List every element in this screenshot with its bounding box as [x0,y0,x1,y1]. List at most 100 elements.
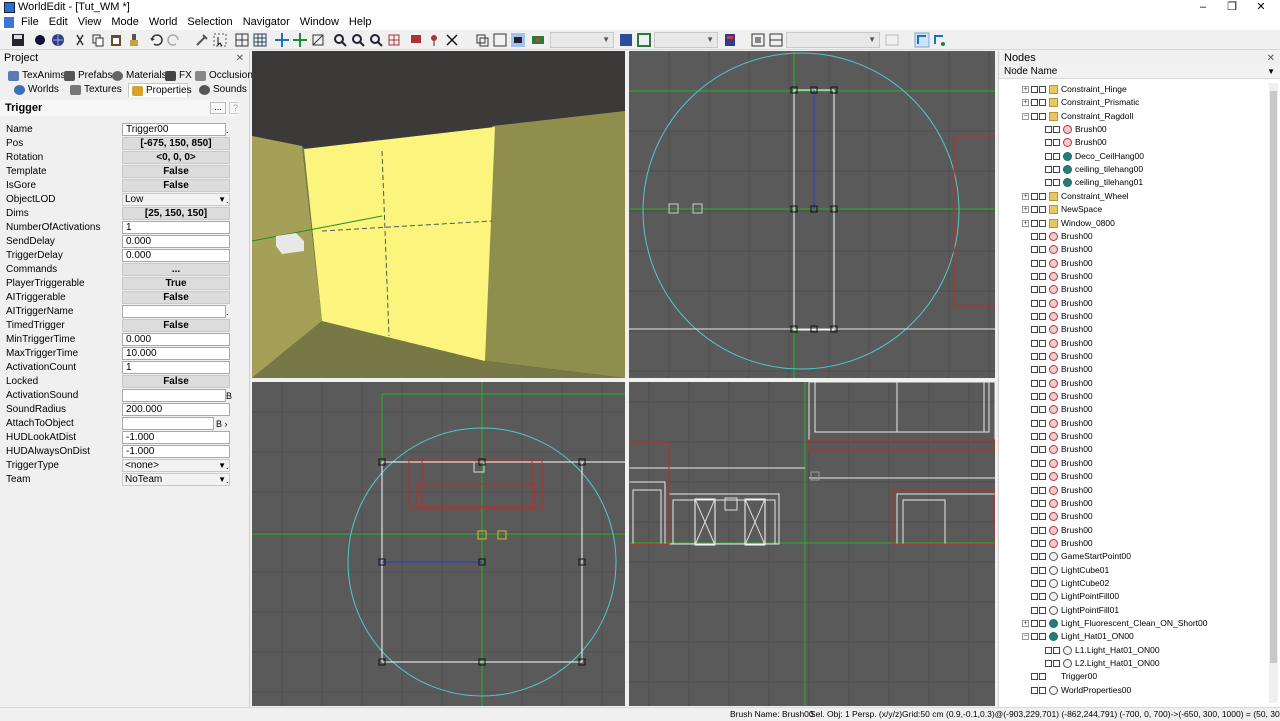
tab-properties[interactable]: Properties [128,83,192,97]
undo-icon[interactable] [148,32,164,48]
visibility-toggle[interactable] [1045,126,1052,134]
minimize-button[interactable]: – [1187,0,1219,15]
node-tree-item[interactable]: Brush00 [999,283,1267,296]
expand-icon[interactable]: + [1022,99,1029,107]
visibility-toggle[interactable] [1031,99,1038,107]
node-tree-item[interactable]: Brush00 [999,403,1267,416]
tab-worlds[interactable]: Worlds [14,83,59,97]
view-mode-dropdown[interactable]: ▼ [654,32,718,48]
visibility-toggle[interactable] [1045,152,1052,160]
property-browse-button[interactable]: . [226,475,229,485]
property-toggle-button[interactable]: <0, 0, 0> [122,151,230,164]
lock-toggle[interactable] [1053,179,1060,187]
scrollbar-thumb[interactable] [1270,91,1277,663]
property-browse-button[interactable]: . [226,125,229,135]
lock-toggle[interactable] [1039,192,1046,200]
visibility-toggle[interactable] [1031,526,1038,534]
book-icon[interactable] [722,32,738,48]
node-tree-item[interactable]: − Constraint_Ragdoll [999,110,1267,123]
tab-sounds[interactable]: Sounds [199,83,247,97]
lock-toggle[interactable] [1039,566,1046,574]
node-tree-item[interactable]: L1.Light_Hat01_ON00 [999,644,1267,657]
paste-icon[interactable] [108,32,124,48]
camera-icon[interactable] [510,32,526,48]
visibility-toggle[interactable] [1031,593,1038,601]
visibility-toggle[interactable] [1031,286,1038,294]
lock-toggle[interactable] [1039,486,1046,494]
node-tree-item[interactable]: Brush00 [999,310,1267,323]
node-tree-item[interactable]: Brush00 [999,443,1267,456]
close-icon[interactable]: ✕ [236,52,244,66]
lock-toggle[interactable] [1039,86,1046,93]
visibility-toggle[interactable] [1031,579,1038,587]
expand-icon[interactable]: + [1022,192,1029,200]
lock-toggle[interactable] [1039,326,1046,334]
collapse-icon[interactable]: − [1022,112,1029,120]
zoom-icon[interactable] [332,32,348,48]
shading-icon[interactable] [636,32,652,48]
node-tree-item[interactable]: + Constraint_Wheel [999,190,1267,203]
property-dropdown[interactable]: <none> ▼ [122,459,230,472]
menu-file[interactable]: File [18,16,46,28]
lock-toggle[interactable] [1039,339,1046,347]
link-icon[interactable] [914,32,930,48]
property-toggle-button[interactable]: False [122,179,230,192]
property-browse-button[interactable]: B › [216,419,228,429]
scale-icon[interactable] [310,32,326,48]
node-tree-item[interactable]: Brush00 [999,417,1267,430]
visibility-toggle[interactable] [1031,620,1038,627]
node-tree-item[interactable]: Brush00 [999,123,1267,136]
lock-toggle[interactable] [1053,126,1060,134]
node-tree-item[interactable]: Brush00 [999,390,1267,403]
lock-toggle[interactable] [1039,99,1046,107]
visibility-toggle[interactable] [1031,419,1038,427]
property-input[interactable]: 0.000 [122,333,230,346]
node-tree-item[interactable]: Brush00 [999,297,1267,310]
node-tree-item[interactable]: + NewSpace [999,203,1267,216]
node-tree-item[interactable]: LightCube01 [999,564,1267,577]
lock-toggle[interactable] [1039,579,1046,587]
node-tree-item[interactable]: Brush00 [999,350,1267,363]
visibility-toggle[interactable] [1031,112,1038,120]
visibility-toggle[interactable] [1031,366,1038,374]
property-input[interactable]: 1 [122,361,230,374]
menu-window[interactable]: Window [297,16,346,28]
visibility-toggle[interactable] [1031,259,1038,267]
property-browse-button[interactable]: . [226,307,229,317]
node-tree-item[interactable]: ceiling_tilehang01 [999,176,1267,189]
node-tree-item[interactable]: Brush00 [999,497,1267,510]
filter-dropdown[interactable]: ▼ [786,32,880,48]
lock-toggle[interactable] [1039,232,1046,240]
select-mode-icon[interactable] [212,32,228,48]
property-input[interactable]: -1.000 [122,431,230,444]
property-input[interactable]: Trigger00 [122,123,226,136]
visibility-toggle[interactable] [1031,433,1038,441]
lock-toggle[interactable] [1039,299,1046,307]
lock-toggle[interactable] [1039,686,1046,694]
visibility-toggle[interactable] [1031,673,1038,681]
node-tree-item[interactable]: − Light_Hat01_ON00 [999,630,1267,643]
visibility-toggle[interactable] [1031,246,1038,254]
node-tree-item[interactable]: Brush00 [999,257,1267,270]
lock-toggle[interactable] [1039,539,1046,547]
cut-icon[interactable] [72,32,88,48]
node-tree-item[interactable]: LightPointFill00 [999,590,1267,603]
close-button[interactable]: ✕ [1245,0,1277,15]
visibility-toggle[interactable] [1031,219,1038,227]
visibility-toggle[interactable] [1031,686,1038,694]
viewport-perspective[interactable] [252,51,625,378]
visibility-toggle[interactable] [1031,379,1038,387]
viewport-front[interactable] [629,382,995,706]
property-input[interactable] [122,305,226,318]
visibility-toggle[interactable] [1045,660,1052,668]
node-tree-item[interactable]: Brush00 [999,537,1267,550]
lock-toggle[interactable] [1053,139,1060,147]
visibility-toggle[interactable] [1031,486,1038,494]
visibility-toggle[interactable] [1031,539,1038,547]
move-axis-icon[interactable] [292,32,308,48]
visibility-toggle[interactable] [1031,339,1038,347]
property-input[interactable]: 200.000 [122,403,230,416]
snap-grid-icon[interactable] [386,32,402,48]
lock-toggle[interactable] [1039,353,1046,360]
world-icon[interactable] [50,32,66,48]
